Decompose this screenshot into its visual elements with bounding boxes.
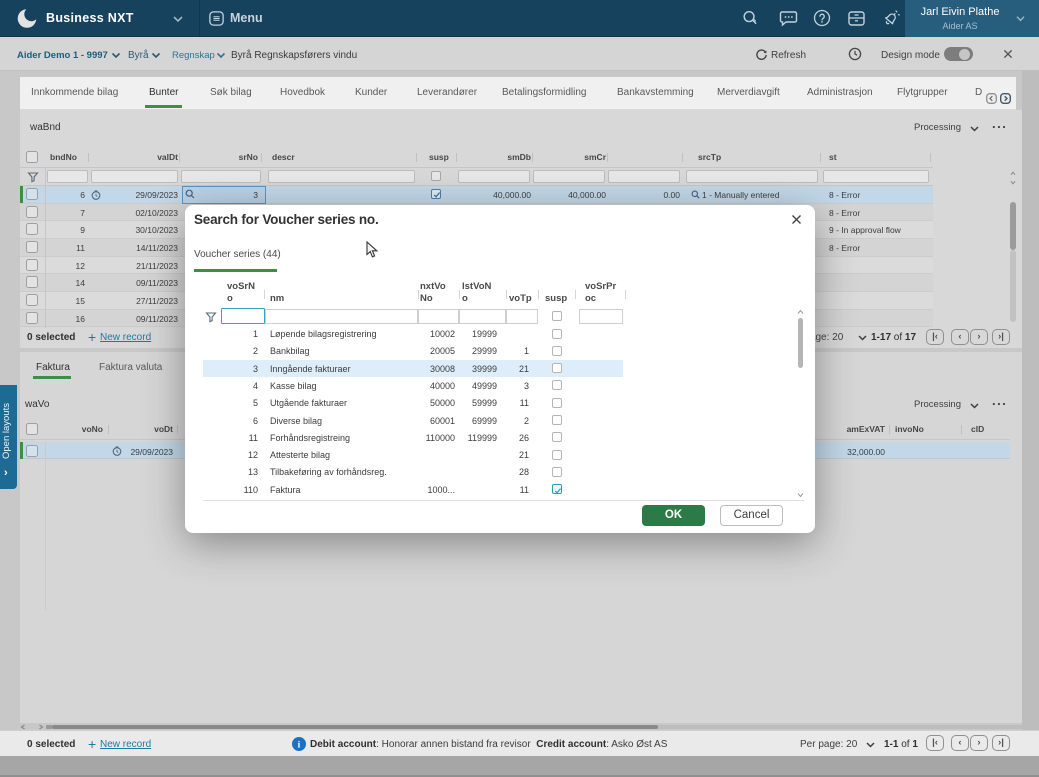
svg-text:i: i — [298, 741, 301, 751]
